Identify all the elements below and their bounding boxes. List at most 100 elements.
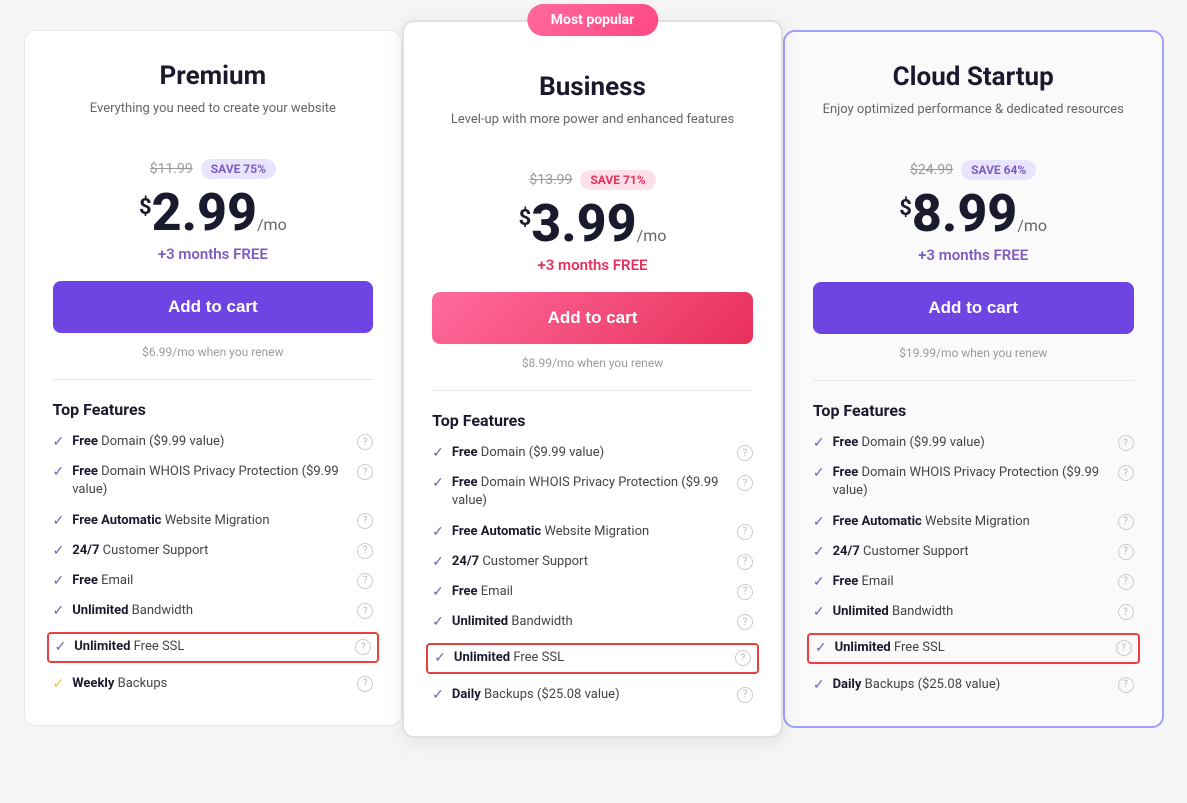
feature-text-business-5: Unlimited Bandwidth — [452, 613, 573, 631]
free-months-business: +3 months FREE — [432, 256, 753, 274]
feature-item-business-4: ✓ Free Email ? — [432, 583, 753, 601]
last-feature-item-business: ✓ Daily Backups ($25.08 value) ? — [432, 686, 753, 704]
feature-left-cloud-2: ✓ Free Automatic Website Migration — [813, 513, 1112, 531]
add-to-cart-button-premium[interactable]: Add to cart — [53, 281, 374, 333]
info-icon-premium-4[interactable]: ? — [357, 573, 373, 589]
feature-left-business-5: ✓ Unlimited Bandwidth — [432, 613, 731, 631]
pricing-container: Premium Everything you need to create yo… — [24, 30, 1164, 738]
feature-left-premium-0: ✓ Free Domain ($9.99 value) — [53, 433, 352, 451]
last-info-icon-premium[interactable]: ? — [357, 676, 373, 692]
price-display-cloud: $8.99/mo — [813, 188, 1134, 240]
info-icon-cloud-0[interactable]: ? — [1118, 435, 1134, 451]
last-check-icon-business: ✓ — [432, 687, 444, 703]
last-feature-text-cloud: Daily Backups ($25.08 value) — [833, 676, 1001, 694]
last-info-icon-cloud[interactable]: ? — [1118, 677, 1134, 693]
add-to-cart-button-business[interactable]: Add to cart — [432, 292, 753, 344]
ssl-check-icon-cloud: ✓ — [815, 640, 827, 656]
feature-left-business-4: ✓ Free Email — [432, 583, 731, 601]
last-feature-item-premium: ✓ Weekly Backups ? — [53, 675, 374, 693]
ssl-info-icon-business[interactable]: ? — [735, 650, 751, 666]
check-icon-business-4: ✓ — [432, 584, 444, 600]
check-icon-premium-2: ✓ — [53, 513, 65, 529]
check-icon-cloud-5: ✓ — [813, 604, 825, 620]
ssl-left-cloud: ✓ Unlimited Free SSL — [815, 639, 1110, 657]
plan-desc-cloud: Enjoy optimized performance & dedicated … — [813, 100, 1134, 140]
price-amount-cloud: 8.99 — [912, 183, 1017, 244]
info-icon-business-5[interactable]: ? — [737, 614, 753, 630]
price-row-business: $13.99 SAVE 71% — [432, 170, 753, 190]
feature-text-premium-4: Free Email — [72, 572, 133, 590]
feature-text-premium-5: Unlimited Bandwidth — [72, 602, 193, 620]
last-feature-text-business: Daily Backups ($25.08 value) — [452, 686, 620, 704]
info-icon-cloud-1[interactable]: ? — [1118, 465, 1134, 481]
last-check-icon-premium: ✓ — [53, 676, 65, 692]
plan-name-cloud: Cloud Startup — [813, 62, 1134, 92]
feature-item-premium-5: ✓ Unlimited Bandwidth ? — [53, 602, 374, 620]
feature-text-cloud-5: Unlimited Bandwidth — [833, 603, 954, 621]
feature-item-premium-1: ✓ Free Domain WHOIS Privacy Protection (… — [53, 463, 374, 499]
check-icon-premium-3: ✓ — [53, 543, 65, 559]
feature-item-cloud-2: ✓ Free Automatic Website Migration ? — [813, 513, 1134, 531]
feature-text-cloud-1: Free Domain WHOIS Privacy Protection ($9… — [833, 464, 1112, 500]
info-icon-premium-5[interactable]: ? — [357, 603, 373, 619]
check-icon-cloud-3: ✓ — [813, 544, 825, 560]
info-icon-cloud-5[interactable]: ? — [1118, 604, 1134, 620]
feature-item-premium-0: ✓ Free Domain ($9.99 value) ? — [53, 433, 374, 451]
price-display-business: $3.99/mo — [432, 198, 753, 250]
info-icon-cloud-2[interactable]: ? — [1118, 514, 1134, 530]
ssl-text-cloud: Unlimited Free SSL — [835, 639, 945, 657]
feature-text-business-2: Free Automatic Website Migration — [452, 523, 649, 541]
feature-text-business-0: Free Domain ($9.99 value) — [452, 444, 604, 462]
info-icon-premium-3[interactable]: ? — [357, 543, 373, 559]
check-icon-cloud-2: ✓ — [813, 514, 825, 530]
feature-item-business-3: ✓ 24/7 Customer Support ? — [432, 553, 753, 571]
plan-card-cloud: Cloud Startup Enjoy optimized performanc… — [783, 30, 1164, 728]
per-mo-cloud: /mo — [1017, 216, 1047, 235]
feature-left-premium-4: ✓ Free Email — [53, 572, 352, 590]
ssl-row-cloud: ✓ Unlimited Free SSL ? — [807, 633, 1140, 663]
plan-desc-premium: Everything you need to create your websi… — [53, 99, 374, 139]
last-check-icon-cloud: ✓ — [813, 677, 825, 693]
last-info-icon-business[interactable]: ? — [737, 687, 753, 703]
ssl-info-icon-premium[interactable]: ? — [355, 639, 371, 655]
last-feature-left-premium: ✓ Weekly Backups — [53, 675, 352, 693]
ssl-check-icon-business: ✓ — [434, 650, 446, 666]
ssl-text-business: Unlimited Free SSL — [454, 649, 564, 667]
price-row-premium: $11.99 SAVE 75% — [53, 159, 374, 179]
feature-left-premium-5: ✓ Unlimited Bandwidth — [53, 602, 352, 620]
info-icon-cloud-3[interactable]: ? — [1118, 544, 1134, 560]
check-icon-premium-5: ✓ — [53, 603, 65, 619]
ssl-info-icon-cloud[interactable]: ? — [1116, 640, 1132, 656]
per-mo-business: /mo — [637, 226, 667, 245]
info-icon-business-2[interactable]: ? — [737, 524, 753, 540]
last-feature-item-cloud: ✓ Daily Backups ($25.08 value) ? — [813, 676, 1134, 694]
feature-text-cloud-3: 24/7 Customer Support — [833, 543, 969, 561]
ssl-check-icon-premium: ✓ — [55, 639, 67, 655]
add-to-cart-button-cloud[interactable]: Add to cart — [813, 282, 1134, 334]
price-display-premium: $2.99/mo — [53, 187, 374, 239]
info-icon-business-3[interactable]: ? — [737, 554, 753, 570]
feature-left-cloud-0: ✓ Free Domain ($9.99 value) — [813, 434, 1112, 452]
info-icon-premium-1[interactable]: ? — [357, 464, 373, 480]
info-icon-premium-2[interactable]: ? — [357, 513, 373, 529]
ssl-row-premium: ✓ Unlimited Free SSL ? — [47, 632, 380, 662]
plan-card-business: Most popular Business Level-up with more… — [402, 20, 783, 738]
feature-left-business-3: ✓ 24/7 Customer Support — [432, 553, 731, 571]
check-icon-business-1: ✓ — [432, 475, 444, 491]
info-icon-business-1[interactable]: ? — [737, 475, 753, 491]
check-icon-premium-1: ✓ — [53, 464, 65, 480]
feature-text-cloud-4: Free Email — [833, 573, 894, 591]
info-icon-premium-0[interactable]: ? — [357, 434, 373, 450]
info-icon-business-0[interactable]: ? — [737, 445, 753, 461]
feature-item-business-0: ✓ Free Domain ($9.99 value) ? — [432, 444, 753, 462]
check-icon-cloud-0: ✓ — [813, 435, 825, 451]
info-icon-cloud-4[interactable]: ? — [1118, 574, 1134, 590]
info-icon-business-4[interactable]: ? — [737, 584, 753, 600]
feature-text-business-3: 24/7 Customer Support — [452, 553, 588, 571]
features-title-cloud: Top Features — [813, 401, 1134, 420]
renew-note-cloud: $19.99/mo when you renew — [813, 346, 1134, 360]
divider-premium — [53, 379, 374, 380]
feature-item-premium-3: ✓ 24/7 Customer Support ? — [53, 542, 374, 560]
check-icon-premium-0: ✓ — [53, 434, 65, 450]
check-icon-business-3: ✓ — [432, 554, 444, 570]
